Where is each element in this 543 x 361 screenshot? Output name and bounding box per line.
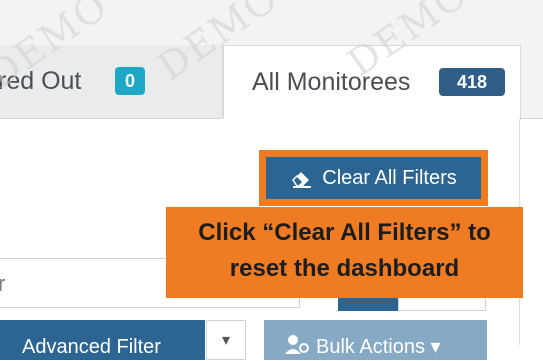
tab-divider <box>520 118 543 119</box>
instruction-callout: Click “Clear All Filters” to reset the d… <box>166 207 523 298</box>
callout-line: reset the dashboard <box>229 255 460 282</box>
tab-count-badge: 418 <box>439 68 505 96</box>
callout-line: Click “Clear All Filters” to <box>198 219 491 246</box>
advanced-filter-dropdown[interactable]: ▾ <box>206 320 246 360</box>
bulk-actions-label: Bulk Actions ▾ <box>316 336 441 358</box>
clear-all-filters-button[interactable]: Clear All Filters <box>266 157 481 199</box>
advanced-filter-button[interactable]: Advanced Filter <box>0 320 205 360</box>
chevron-down-icon: ▾ <box>221 332 231 349</box>
tab-label: All Monitorees <box>252 68 411 96</box>
eraser-icon <box>292 172 312 188</box>
user-cog-icon <box>285 335 309 354</box>
callout-text: Click “Clear All Filters” to reset the d… <box>166 215 523 287</box>
search-placeholder: r <box>0 259 5 307</box>
tab-count-badge: 0 <box>115 67 145 95</box>
bulk-actions-button[interactable]: Bulk Actions ▾ <box>264 320 487 360</box>
advanced-filter-label: Advanced Filter <box>22 336 161 358</box>
clear-all-filters-label: Clear All Filters <box>322 166 457 189</box>
